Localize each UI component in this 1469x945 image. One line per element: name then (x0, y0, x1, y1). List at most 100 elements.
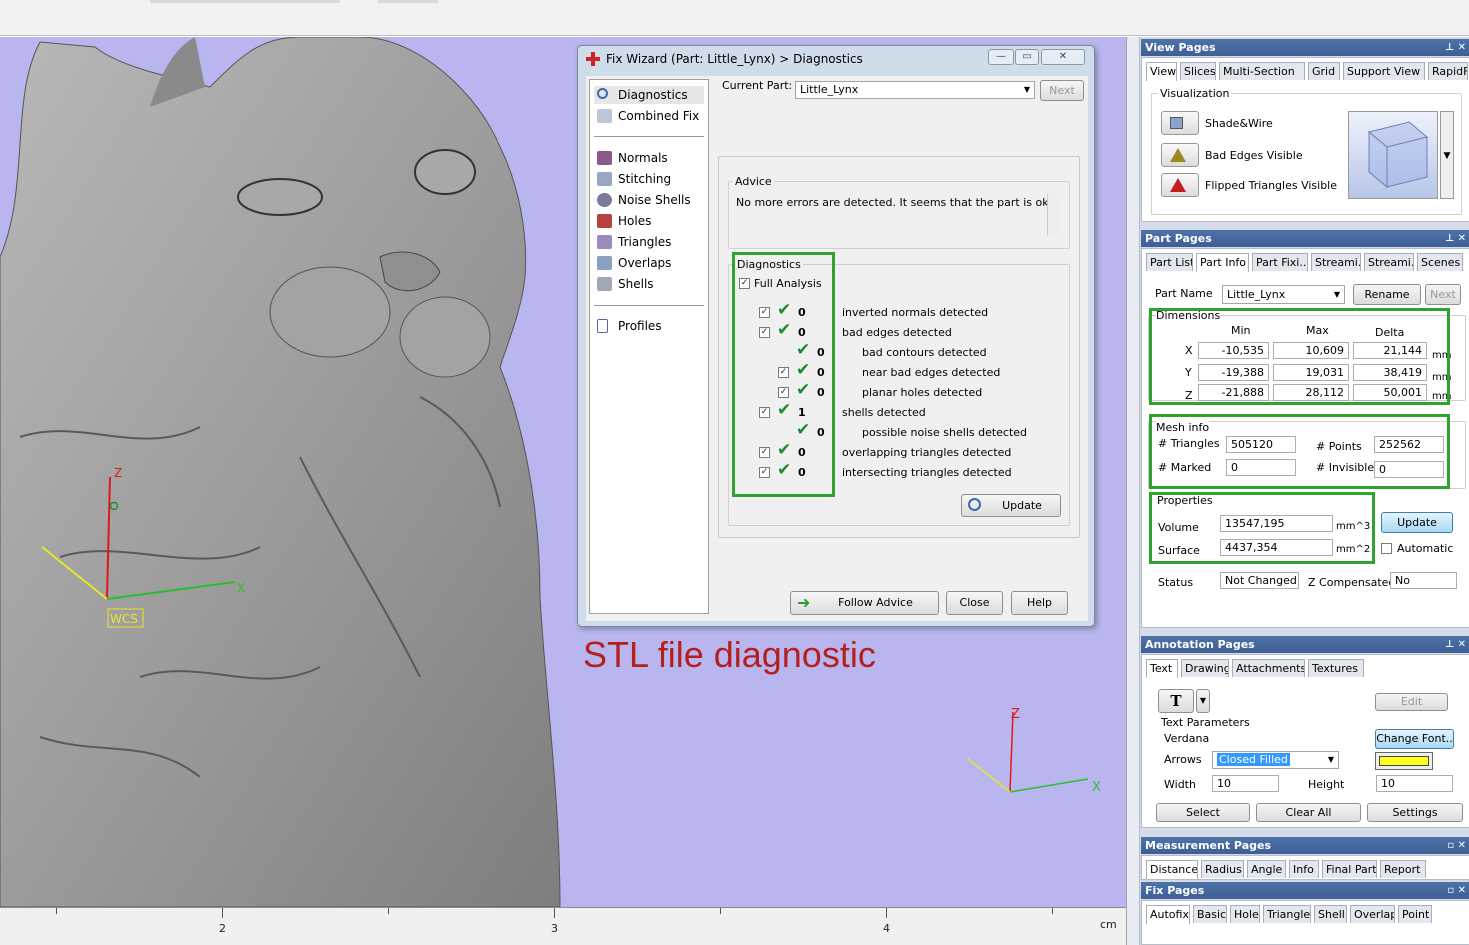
restore-close-icon[interactable]: ▫ ✕ (1447, 837, 1466, 854)
flipped-triangles-visible-button[interactable] (1161, 173, 1199, 197)
nav-diagnostics[interactable]: Diagnostics (594, 86, 704, 104)
tab-part-list[interactable]: Part List (1146, 253, 1193, 271)
pin-close-icon[interactable]: ⊥ ✕ (1445, 636, 1466, 653)
tab-hole[interactable]: Hole (1230, 905, 1260, 923)
tab-basic[interactable]: Basic (1193, 905, 1227, 923)
view-pages-header[interactable]: View Pages ⊥ ✕ (1141, 39, 1469, 56)
rename-button[interactable]: Rename (1353, 284, 1421, 305)
tab-view[interactable]: View (1146, 62, 1177, 81)
measurement-pages-tabs: Distance Radius Angle Info Final Part Re… (1146, 860, 1466, 879)
settings-button[interactable]: Settings (1367, 803, 1463, 822)
current-part-select[interactable]: Little_Lynx ▼ (795, 81, 1035, 99)
view-cube-preview[interactable] (1348, 111, 1438, 199)
minimize-button[interactable]: — (988, 49, 1014, 65)
tab-part-info[interactable]: Part Info (1196, 253, 1249, 272)
status-value[interactable]: Not Changed (1220, 572, 1299, 589)
tab-textures[interactable]: Textures (1308, 659, 1364, 677)
visualization-label: Visualization (1158, 87, 1232, 100)
part-name-select[interactable]: Little_Lynx ▼ (1222, 285, 1345, 304)
next-button[interactable]: Next (1040, 80, 1084, 101)
dimensions-highlight (1149, 308, 1450, 405)
shade-wire-button[interactable] (1161, 111, 1199, 135)
ruler-unit: cm (1100, 918, 1117, 931)
advice-group: Advice No more errors are detected. It s… (728, 175, 1070, 249)
dialog-titlebar[interactable]: Fix Wizard (Part: Little_Lynx) > Diagnos… (578, 46, 1094, 72)
color-swatch-button[interactable] (1375, 752, 1433, 770)
nav-separator (594, 305, 704, 306)
nav-holes[interactable]: Holes (594, 212, 704, 230)
tab-part-fixing[interactable]: Part Fixi... (1252, 253, 1308, 271)
tab-info[interactable]: Info (1289, 860, 1319, 878)
update-button[interactable]: Update (961, 494, 1061, 517)
bad-edges-visible-button[interactable] (1161, 143, 1199, 167)
arrows-select[interactable]: Closed Filled ▼ (1212, 751, 1339, 769)
tab-rapidfit-view[interactable]: RapidFit View (1428, 62, 1468, 80)
tab-attachments[interactable]: Attachments (1232, 659, 1305, 677)
tab-support-view[interactable]: Support View (1343, 62, 1425, 80)
tab-grid[interactable]: Grid (1308, 62, 1340, 80)
edit-button[interactable]: Edit (1375, 693, 1448, 711)
noise-shells-text: possible noise shells detected (862, 426, 1028, 439)
advice-text: No more errors are detected. It seems th… (736, 196, 1053, 209)
change-font-button[interactable]: Change Font.. (1375, 729, 1454, 749)
automatic-checkbox[interactable] (1381, 543, 1392, 554)
nav-profiles[interactable]: Profiles (594, 317, 704, 335)
shells-icon (597, 277, 612, 291)
tab-streaming-1[interactable]: Streami... (1311, 253, 1361, 271)
update-button-label: Update (1002, 499, 1042, 512)
pin-close-icon[interactable]: ⊥ ✕ (1445, 39, 1466, 56)
nav-shells[interactable]: Shells (594, 275, 704, 293)
tab-shell[interactable]: Shell (1314, 905, 1347, 923)
tab-autofix[interactable]: Autofix (1146, 905, 1190, 924)
help-button[interactable]: Help (1011, 591, 1068, 615)
tab-drawing[interactable]: Drawing (1181, 659, 1229, 677)
tab-streaming-2[interactable]: Streami... (1364, 253, 1414, 271)
tab-slices[interactable]: Slices (1180, 62, 1216, 80)
height-value[interactable]: 10 (1376, 775, 1453, 792)
measurement-pages-header[interactable]: Measurement Pages ▫ ✕ (1141, 837, 1469, 854)
nav-overlaps[interactable]: Overlaps (594, 254, 704, 272)
text-tool-icon[interactable]: T (1158, 689, 1194, 713)
nav-normals[interactable]: Normals (594, 149, 704, 167)
z-compensated-value[interactable]: No (1390, 572, 1457, 589)
close-button[interactable]: Close (946, 591, 1003, 615)
width-value[interactable]: 10 (1212, 775, 1279, 792)
view-cube-dropdown[interactable]: ▼ (1440, 111, 1454, 199)
tab-scenes[interactable]: Scenes (1417, 253, 1463, 271)
window-close-button[interactable]: ✕ (1041, 49, 1085, 65)
nav-stitching[interactable]: Stitching (594, 170, 704, 188)
annotation-pages-body: Text Drawing Attachments Textures T ▼ Ed… (1141, 654, 1469, 828)
pin-close-icon[interactable]: ⊥ ✕ (1445, 230, 1466, 247)
tab-overlap[interactable]: Overlap (1350, 905, 1395, 923)
maximize-button[interactable]: ▭ (1015, 49, 1039, 65)
nav-noise-shells[interactable]: Noise Shells (594, 191, 704, 209)
nav-shells-label: Shells (618, 277, 654, 291)
part-pages-header[interactable]: Part Pages ⊥ ✕ (1141, 230, 1469, 247)
annotation-pages-header[interactable]: Annotation Pages ⊥ ✕ (1141, 636, 1469, 653)
restore-close-icon[interactable]: ▫ ✕ (1447, 882, 1466, 899)
tab-angle[interactable]: Angle (1247, 860, 1286, 878)
intersecting-triangles-text: intersecting triangles detected (842, 466, 1012, 479)
tab-triangle[interactable]: Triangle (1263, 905, 1311, 923)
text-tool-dropdown[interactable]: ▼ (1196, 689, 1210, 713)
properties-update-button[interactable]: Update (1381, 512, 1453, 533)
select-button[interactable]: Select (1156, 803, 1250, 822)
nav-triangles[interactable]: Triangles (594, 233, 704, 251)
follow-advice-button[interactable]: ➜ Follow Advice (790, 591, 939, 615)
tab-final-part[interactable]: Final Part (1322, 860, 1377, 878)
tab-multi-section[interactable]: Multi-Section (1219, 62, 1305, 80)
tab-text[interactable]: Text (1146, 659, 1178, 678)
tab-radius[interactable]: Radius (1201, 860, 1244, 878)
tab-point[interactable]: Point (1398, 905, 1432, 923)
advice-scrollbar[interactable] (1047, 194, 1059, 236)
nav-combined-fix[interactable]: Combined Fix (594, 107, 704, 125)
part-next-button[interactable]: Next (1425, 284, 1461, 305)
panel-strip (1127, 37, 1140, 945)
fix-pages-header[interactable]: Fix Pages ▫ ✕ (1141, 882, 1469, 899)
tab-distance[interactable]: Distance (1146, 860, 1198, 879)
tab-report[interactable]: Report (1380, 860, 1426, 878)
nav-diagnostics-label: Diagnostics (618, 88, 688, 102)
clear-all-button[interactable]: Clear All (1256, 803, 1361, 822)
flipped-triangle-icon (1170, 178, 1186, 192)
near-bad-edges-text: near bad edges detected (862, 366, 1001, 379)
